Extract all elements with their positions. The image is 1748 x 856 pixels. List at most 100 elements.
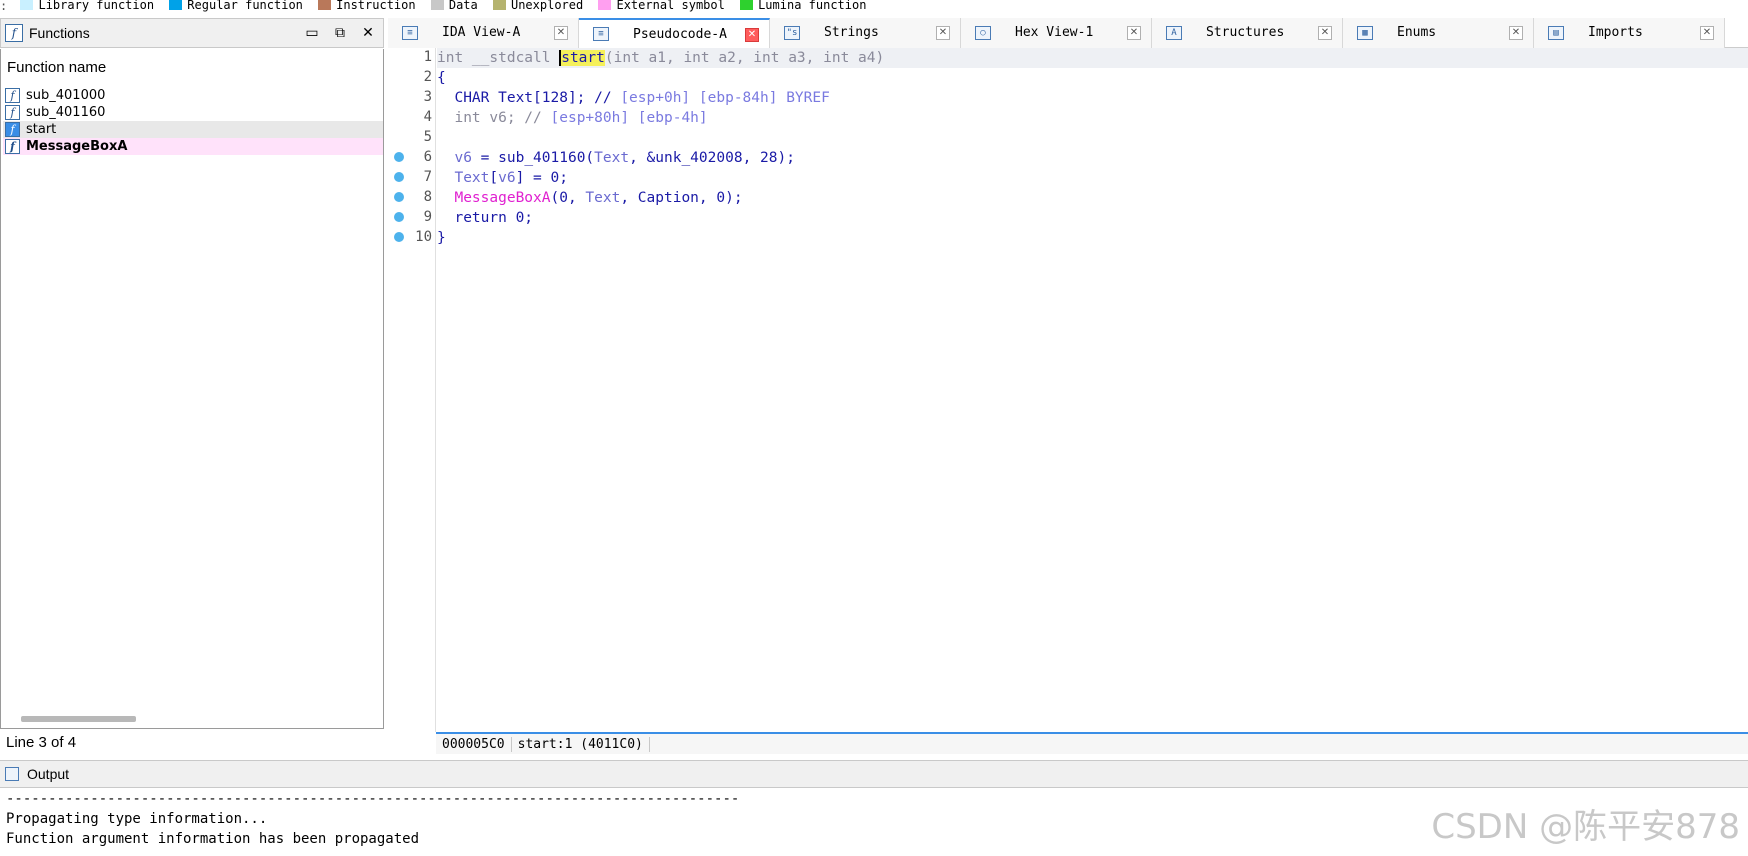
code-variable[interactable]: v6 <box>498 170 515 186</box>
output-panel-titlebar[interactable]: Output <box>0 760 1748 788</box>
function-icon: f <box>5 122 20 137</box>
legend-label: Unexplored <box>510 0 584 12</box>
functions-list: f sub_401000 f sub_401160 f start f MessageB… <box>3 87 383 155</box>
code-variable[interactable]: v6 <box>454 150 471 166</box>
code-line[interactable] <box>437 128 1748 148</box>
code-lines[interactable]: int __stdcall start(int a1, int a2, int … <box>437 48 1748 248</box>
code-variable[interactable]: Text <box>585 190 620 206</box>
code-variable[interactable]: Text <box>594 150 629 166</box>
code-line[interactable]: } <box>437 228 1748 248</box>
tab-label: Imports <box>1588 25 1643 40</box>
tab-structures[interactable]: A Structures ✕ <box>1152 18 1343 48</box>
line-number: 6 <box>423 149 432 165</box>
function-name-column-header[interactable]: Function name <box>7 59 106 76</box>
function-row[interactable]: f sub_401160 <box>3 104 383 121</box>
close-icon[interactable]: ✕ <box>554 26 568 40</box>
line-number: 5 <box>423 129 432 145</box>
code-line[interactable]: v6 = sub_401160(Text, &unk_402008, 28); <box>437 148 1748 168</box>
breakpoint-dot-icon[interactable] <box>394 232 404 242</box>
code-text: (int a1, int a2, int a3, int a4) <box>604 50 885 66</box>
tab-label: Structures <box>1206 25 1285 40</box>
maximize-icon[interactable]: ▭ <box>303 24 321 41</box>
output-log[interactable]: ----------------------------------------… <box>0 789 1748 856</box>
close-icon[interactable]: ✕ <box>936 26 950 40</box>
color-legend-bar: : Library function Regular function Inst… <box>0 0 1748 12</box>
function-row-external[interactable]: f MessageBoxA <box>3 138 383 155</box>
legend-label: Regular function <box>187 0 303 12</box>
pseudocode-view[interactable]: 1 2 3 4 5 6 7 8 9 10 int __stdcall start… <box>388 48 1748 756</box>
close-icon[interactable]: ✕ <box>359 24 377 41</box>
gutter-line: 8 <box>388 188 436 208</box>
legend-item: Instruction <box>318 0 416 12</box>
code-text: [ <box>489 170 499 186</box>
float-icon[interactable]: ⧉ <box>331 24 349 41</box>
disassembly-icon: ≡ <box>402 26 418 40</box>
tab-enums[interactable]: ▦ Enums ✕ <box>1343 18 1534 48</box>
close-icon[interactable]: ✕ <box>1700 26 1714 40</box>
gutter-line: 5 <box>388 128 436 148</box>
structures-icon: A <box>1166 26 1182 40</box>
legend-item: Regular function <box>169 0 303 12</box>
breakpoint-dot-icon[interactable] <box>394 172 404 182</box>
breakpoint-dot-icon[interactable] <box>394 212 404 222</box>
code-line[interactable]: MessageBoxA(0, Text, Caption, 0); <box>437 188 1748 208</box>
function-row[interactable]: f sub_401000 <box>3 87 383 104</box>
functions-list-container: Function name f sub_401000 f sub_401160 fs… <box>0 49 384 729</box>
legend-label: Instruction <box>336 0 416 12</box>
code-text: CHAR Text[128]; // <box>437 90 621 106</box>
tab-pseudocode-a[interactable]: ≡ Pseudocode-A ✕ <box>579 18 770 48</box>
tab-strings[interactable]: "s Strings ✕ <box>770 18 961 48</box>
gutter-line: 7 <box>388 168 436 188</box>
code-import-call[interactable]: MessageBoxA <box>454 190 550 206</box>
breakpoint-dot-icon[interactable] <box>394 152 404 162</box>
gutter-line: 2 <box>388 68 436 88</box>
code-text: = sub_401160( <box>471 150 595 166</box>
imports-icon: ▤ <box>1548 26 1564 40</box>
highlighted-identifier[interactable]: start <box>559 50 605 66</box>
code-line[interactable]: Text[v6] = 0; <box>437 168 1748 188</box>
current-address: 000005C0 <box>436 736 512 752</box>
tab-ida-view-a[interactable]: ≡ IDA View-A ✕ <box>388 18 579 48</box>
tab-label: Enums <box>1397 25 1437 40</box>
legend-item: Data <box>430 0 478 11</box>
code-text: , &unk_402008, 28); <box>629 150 795 166</box>
code-line[interactable]: { <box>437 68 1748 88</box>
close-icon[interactable]: ✕ <box>745 28 759 42</box>
code-line-signature[interactable]: int __stdcall start(int a1, int a2, int … <box>437 48 1748 68</box>
strings-icon: "s <box>784 26 800 40</box>
code-text: return 0; <box>437 210 534 226</box>
functions-status-text: Line 3 of 4 <box>6 734 77 751</box>
function-icon: f <box>5 139 20 154</box>
functions-panel-titlebar[interactable]: f Functions ▭ ⧉ ✕ <box>0 18 384 48</box>
gutter-line: 1 <box>388 48 436 68</box>
tab-imports[interactable]: ▤ Imports ✕ <box>1534 18 1725 48</box>
tab-label: IDA View-A <box>442 25 521 40</box>
line-number: 2 <box>423 69 432 85</box>
function-icon: f <box>5 105 20 120</box>
code-text: ] = 0; <box>515 170 568 186</box>
breakpoint-dot-icon[interactable] <box>394 192 404 202</box>
tab-hex-view-1[interactable]: ○ Hex View-1 ✕ <box>961 18 1152 48</box>
legend-label: Lumina function <box>758 0 867 12</box>
line-number: 4 <box>423 109 432 125</box>
legend-swatch <box>598 0 612 10</box>
legend-swatch <box>20 0 34 10</box>
code-line[interactable]: return 0; <box>437 208 1748 228</box>
horizontal-scrollbar[interactable] <box>21 716 136 722</box>
line-number: 7 <box>423 169 432 185</box>
function-name: sub_401160 <box>26 105 106 120</box>
function-icon: f <box>5 24 23 42</box>
code-line[interactable]: CHAR Text[128]; // [esp+0h] [ebp-84h] BY… <box>437 88 1748 108</box>
legend-swatch <box>169 0 183 10</box>
line-gutter: 1 2 3 4 5 6 7 8 9 10 <box>388 48 436 732</box>
code-text: , Caption, 0); <box>620 190 743 206</box>
legend-swatch <box>318 0 332 10</box>
code-line[interactable]: int v6; // [esp+80h] [ebp-4h] <box>437 108 1748 128</box>
legend-item: Library function <box>20 0 154 11</box>
function-row-selected[interactable]: f start <box>3 121 383 138</box>
close-icon[interactable]: ✕ <box>1127 26 1141 40</box>
code-variable[interactable]: Text <box>454 170 489 186</box>
close-icon[interactable]: ✕ <box>1318 26 1332 40</box>
close-icon[interactable]: ✕ <box>1509 26 1523 40</box>
